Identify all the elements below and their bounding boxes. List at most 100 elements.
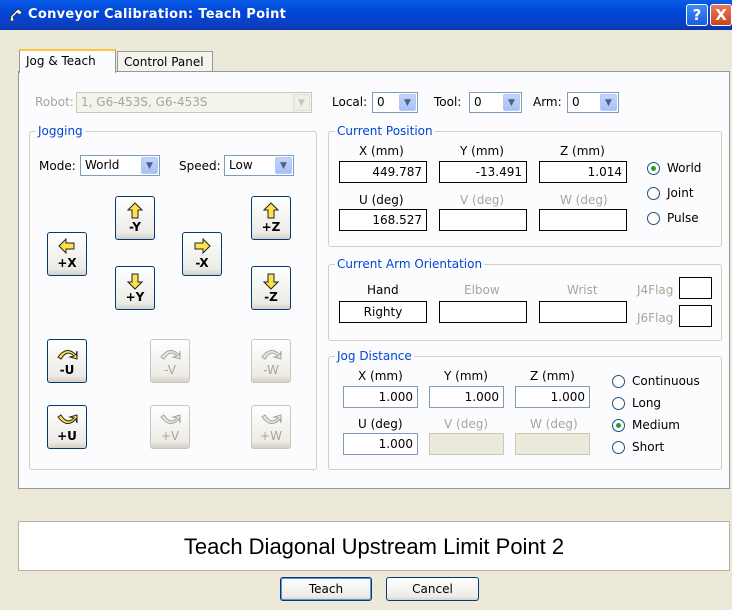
arm-select[interactable]: 0 ▼	[567, 92, 619, 113]
speed-value: Low	[229, 158, 253, 172]
dist-long-label[interactable]: Long	[632, 396, 661, 410]
jog-pos-y-button[interactable]: +Y	[115, 266, 155, 310]
cur-w-label: W (deg)	[560, 193, 608, 207]
dist-w-input[interactable]	[515, 433, 590, 455]
coord-pulse-label[interactable]: Pulse	[667, 211, 699, 225]
jog-pos-v-button[interactable]: +V	[150, 405, 190, 449]
dist-continuous-radio[interactable]	[612, 375, 625, 388]
robot-select[interactable]: 1, G6-453S, G6-453S ▼	[76, 92, 312, 113]
chevron-down-icon: ▼	[141, 157, 158, 174]
local-select[interactable]: 0 ▼	[372, 92, 418, 113]
hand-value: Righty	[339, 301, 427, 323]
robot-value: 1, G6-453S, G6-453S	[81, 95, 208, 109]
dist-medium-label[interactable]: Medium	[632, 418, 680, 432]
coord-world-label[interactable]: World	[667, 161, 701, 175]
jog-neg-u-button[interactable]: -U	[47, 339, 87, 383]
j4flag-label: J4Flag	[637, 283, 674, 297]
instruction-banner: Teach Diagonal Upstream Limit Point 2	[18, 521, 730, 571]
cur-z-value: 1.014	[539, 161, 627, 183]
cur-w-value	[539, 209, 627, 231]
arm-label: Arm:	[533, 95, 562, 109]
jog-neg-z-label: -Z	[264, 290, 278, 304]
jog-neg-x-label: -X	[195, 256, 209, 270]
coord-pulse-radio[interactable]	[647, 212, 660, 225]
chevron-down-icon: ▼	[399, 94, 416, 111]
cur-x-label: X (mm)	[359, 144, 404, 158]
dist-x-input[interactable]: 1.000	[343, 386, 418, 408]
robot-label: Robot:	[35, 95, 74, 109]
jog-pos-u-label: +U	[57, 429, 77, 443]
arrow-down-icon	[116, 272, 154, 290]
jog-pos-w-button[interactable]: +W	[251, 405, 291, 449]
dist-z-label: Z (mm)	[530, 369, 575, 383]
dist-w-label: W (deg)	[530, 417, 578, 431]
tool-value: 0	[474, 95, 482, 109]
cur-y-label: Y (mm)	[460, 144, 504, 158]
jog-pos-z-button[interactable]: +Z	[251, 196, 291, 240]
jog-neg-w-label: -W	[263, 363, 279, 377]
coord-world-radio[interactable]	[647, 162, 660, 175]
arrow-up-icon	[252, 202, 290, 220]
dist-y-label: Y (mm)	[444, 369, 488, 383]
dist-y-input[interactable]: 1.000	[429, 386, 504, 408]
teach-button[interactable]: Teach	[280, 577, 372, 601]
dist-u-input[interactable]: 1.000	[343, 433, 418, 455]
arm-value: 0	[572, 95, 580, 109]
mode-label: Mode:	[39, 159, 76, 173]
chevron-down-icon: ▼	[275, 157, 292, 174]
j4flag-value	[679, 277, 712, 299]
dist-short-radio[interactable]	[612, 441, 625, 454]
jog-neg-z-button[interactable]: -Z	[251, 266, 291, 310]
jog-pos-v-label: +V	[160, 429, 180, 443]
hand-label: Hand	[367, 283, 399, 297]
arm-orientation-title: Current Arm Orientation	[335, 257, 485, 271]
arrow-left-icon	[48, 237, 86, 256]
tool-select[interactable]: 0 ▼	[469, 92, 522, 113]
help-button[interactable]: ?	[686, 4, 708, 26]
chevron-down-icon: ▼	[600, 94, 617, 111]
jog-neg-u-label: -U	[59, 363, 75, 377]
wrist-label: Wrist	[567, 283, 598, 297]
close-button[interactable]: X	[710, 4, 732, 26]
local-value: 0	[377, 95, 385, 109]
tool-label: Tool:	[434, 95, 462, 109]
dist-v-input[interactable]	[429, 433, 504, 455]
dist-v-label: V (deg)	[444, 417, 489, 431]
jog-neg-x-button[interactable]: -X	[182, 232, 222, 276]
jog-distance-title: Jog Distance	[335, 349, 414, 363]
dist-continuous-label[interactable]: Continuous	[632, 374, 700, 388]
jog-neg-w-button[interactable]: -W	[251, 339, 291, 383]
tab-jog-teach[interactable]: Jog & Teach	[19, 49, 116, 73]
current-position-title: Current Position	[335, 124, 435, 138]
jog-pos-x-button[interactable]: +X	[47, 232, 87, 276]
coord-joint-radio[interactable]	[647, 187, 660, 200]
jog-neg-y-button[interactable]: -Y	[115, 196, 155, 240]
cancel-button[interactable]: Cancel	[386, 577, 479, 601]
cur-u-label: U (deg)	[359, 193, 404, 207]
dist-x-label: X (mm)	[358, 369, 403, 383]
wrist-value	[539, 301, 627, 323]
window-title: Conveyor Calibration: Teach Point	[28, 7, 287, 22]
jog-neg-v-button[interactable]: -V	[150, 339, 190, 383]
cur-x-value: 449.787	[339, 161, 427, 183]
jog-pos-u-button[interactable]: +U	[47, 405, 87, 449]
title-bar: Conveyor Calibration: Teach Point ? X	[0, 0, 732, 30]
dist-short-label[interactable]: Short	[632, 440, 664, 454]
rotate-right-icon	[151, 411, 189, 429]
dist-medium-radio[interactable]	[612, 419, 625, 432]
mode-select[interactable]: World ▼	[80, 155, 160, 176]
arrow-up-icon	[116, 202, 154, 220]
dist-z-input[interactable]: 1.000	[515, 386, 590, 408]
cur-z-label: Z (mm)	[560, 144, 605, 158]
jog-pos-z-label: +Z	[261, 220, 281, 234]
dist-u-label: U (deg)	[358, 417, 403, 431]
dist-long-radio[interactable]	[612, 397, 625, 410]
speed-select[interactable]: Low ▼	[224, 155, 294, 176]
coord-joint-label[interactable]: Joint	[667, 186, 694, 200]
tab-control-panel[interactable]: Control Panel	[117, 51, 213, 73]
elbow-value	[439, 301, 527, 323]
robot-arm-icon	[9, 8, 23, 22]
chevron-down-icon: ▼	[293, 94, 310, 111]
chevron-down-icon: ▼	[503, 94, 520, 111]
jog-pos-x-label: +X	[57, 256, 77, 270]
